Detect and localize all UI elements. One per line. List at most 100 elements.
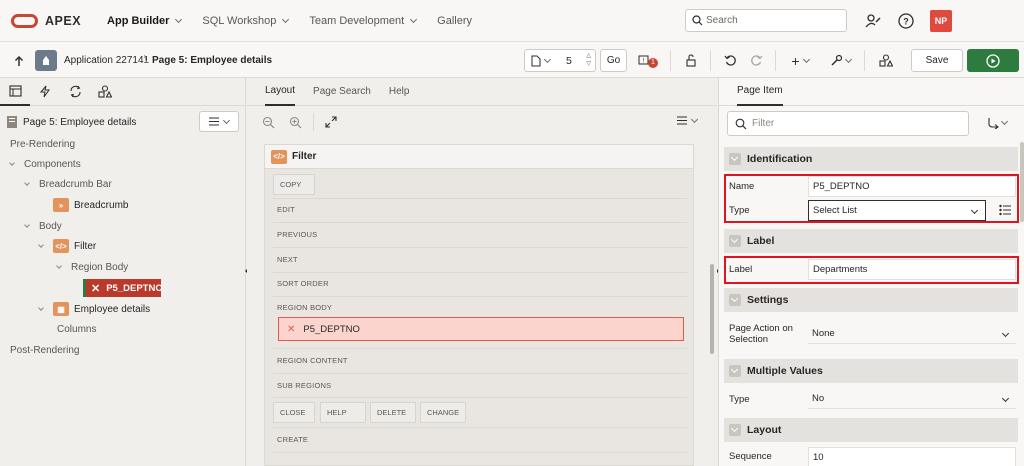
stepper-arrows-icon[interactable]: △ ▽ (586, 52, 591, 68)
chevron-down-icon (729, 153, 741, 165)
filter-region-header[interactable]: </> Filter (265, 145, 693, 169)
apex-logo[interactable]: APEX (11, 13, 81, 28)
help-icon[interactable]: ? (897, 12, 915, 30)
page-selector[interactable]: 5 △ ▽ (524, 49, 596, 72)
go-to-group-button[interactable] (987, 116, 1009, 129)
global-search-input[interactable]: Search (685, 9, 847, 32)
user-settings-icon[interactable] (864, 12, 882, 30)
redo-button[interactable] (746, 49, 766, 72)
layout-scrollbar[interactable] (710, 264, 714, 354)
nav-tab-app-builder[interactable]: App Builder (107, 0, 183, 42)
page-icon (7, 116, 17, 128)
nav-tab-team-development[interactable]: Team Development (309, 0, 418, 42)
chevron-down-icon (1001, 329, 1010, 337)
page-action-select[interactable]: None (808, 323, 1016, 344)
slot-close[interactable]: CLOSE (273, 402, 315, 423)
group-settings[interactable]: Settings (724, 288, 1018, 312)
slot-divider (273, 272, 687, 273)
save-button[interactable]: Save (911, 49, 963, 72)
tree-node-region-body[interactable]: Region Body (56, 258, 128, 276)
zoom-in-icon[interactable] (289, 116, 302, 129)
create-menu-button[interactable]: + (786, 49, 814, 72)
nav-tab-gallery[interactable]: Gallery (437, 0, 472, 42)
expand-icon[interactable] (325, 116, 337, 128)
page-header-row[interactable]: Page 5: Employee details (0, 106, 245, 138)
search-icon (692, 15, 703, 26)
chevron-down-icon (222, 116, 231, 124)
slot-sub-regions[interactable]: SUB REGIONS (277, 381, 331, 390)
chevron-down-icon (38, 241, 44, 248)
multiple-values-type-select[interactable]: No (808, 388, 1016, 409)
property-editor-panel: Page Item Filter Identification Name P5_… (718, 78, 1024, 466)
slot-change[interactable]: CHANGE (420, 402, 466, 423)
group-multiple-values[interactable]: Multiple Values (724, 359, 1018, 383)
tree-node-filter[interactable]: </> Filter (38, 237, 96, 255)
page-number-input[interactable]: 5 (566, 55, 572, 67)
tree-node-components[interactable]: Components (9, 155, 81, 173)
slot-help[interactable]: HELP (320, 402, 366, 423)
layout-canvas: </> Filter COPY EDIT PREVIOUS NEXT SORT … (264, 144, 694, 466)
slot-divider (273, 427, 687, 428)
tab-processing[interactable] (60, 78, 90, 106)
chevron-down-icon (24, 179, 30, 186)
tab-page-item[interactable]: Page Item (737, 78, 783, 106)
application-icon[interactable] (35, 50, 57, 71)
hamburger-icon (677, 116, 687, 125)
nav-tab-label: Gallery (437, 14, 472, 27)
property-scrollbar[interactable] (1020, 142, 1024, 222)
undo-button[interactable] (720, 49, 740, 72)
nav-tab-sql-workshop[interactable]: SQL Workshop (202, 0, 290, 42)
page-designer-toolbar: Application 227141 \ Page 5: Employee de… (0, 42, 1024, 78)
chevron-down-icon (802, 55, 810, 63)
tab-shared-components[interactable] (90, 78, 120, 106)
slot-create[interactable]: CREATE (277, 435, 308, 444)
group-layout[interactable]: Layout (724, 418, 1018, 442)
tab-help[interactable]: Help (389, 78, 410, 106)
oracle-ring-icon (11, 13, 38, 28)
slot-previous[interactable]: PREVIOUS (277, 230, 317, 239)
up-arrow-icon[interactable] (12, 49, 26, 72)
property-filter-input[interactable]: Filter (727, 111, 969, 136)
run-page-button[interactable] (967, 49, 1019, 72)
slot-edit[interactable]: EDIT (277, 205, 295, 214)
slot-copy[interactable]: COPY (273, 174, 315, 195)
jump-arrow-icon (988, 118, 999, 129)
tab-layout[interactable]: Layout (265, 78, 296, 106)
tree-node-breadcrumb-bar[interactable]: Breadcrumb Bar (24, 175, 112, 193)
slot-delete[interactable]: DELETE (370, 402, 416, 423)
messages-button[interactable]: ! 1 (635, 49, 661, 72)
zoom-out-icon[interactable] (262, 116, 275, 129)
slot-region-body[interactable]: REGION BODY (277, 303, 332, 312)
go-button[interactable]: Go (600, 49, 627, 72)
slot-region-content[interactable]: REGION CONTENT (277, 356, 348, 365)
breadcrumb-application[interactable]: Application 227141 (64, 55, 149, 66)
tree-node-p5-deptno-selected[interactable]: ✕ P5_DEPTNO (83, 279, 163, 297)
page-item-p5-deptno[interactable]: ✕ P5_DEPTNO (278, 317, 684, 341)
slot-sort-order[interactable]: SORT ORDER (277, 279, 329, 288)
lock-page-button[interactable] (680, 49, 702, 72)
user-avatar[interactable]: NP (930, 10, 952, 32)
layout-menu-button[interactable] (677, 115, 699, 125)
tree-node-body[interactable]: Body (24, 217, 62, 235)
rendering-tree-panel: Page 5: Employee details Pre-Rendering C… (0, 78, 780, 466)
tree-node-post-rendering[interactable]: Post-Rendering (10, 341, 733, 424)
tree-node-columns[interactable]: Columns (57, 320, 780, 403)
tree-menu-button[interactable] (199, 111, 239, 132)
nav-tab-label: App Builder (107, 14, 170, 27)
group-title: Multiple Values (747, 365, 823, 377)
sequence-field[interactable]: 10 (808, 447, 1016, 466)
svg-text:?: ? (903, 17, 909, 27)
tab-dynamic-actions[interactable] (30, 78, 60, 106)
group-identification[interactable]: Identification (724, 147, 1018, 171)
tab-rendering[interactable] (0, 78, 30, 106)
tab-page-search[interactable]: Page Search (313, 78, 371, 106)
slot-next[interactable]: NEXT (277, 255, 298, 264)
tree-node-employee-details[interactable]: ▦ Employee details (38, 300, 150, 318)
chevron-down-icon (24, 221, 30, 228)
group-label[interactable]: Label (724, 229, 1018, 253)
chevron-down-icon (729, 365, 741, 377)
utilities-menu-button[interactable] (826, 49, 854, 72)
tree-node-breadcrumb[interactable]: » Breadcrumb (53, 196, 128, 214)
shared-components-button[interactable] (876, 49, 896, 72)
tree-node-pre-rendering[interactable]: Pre-Rendering (10, 135, 733, 218)
